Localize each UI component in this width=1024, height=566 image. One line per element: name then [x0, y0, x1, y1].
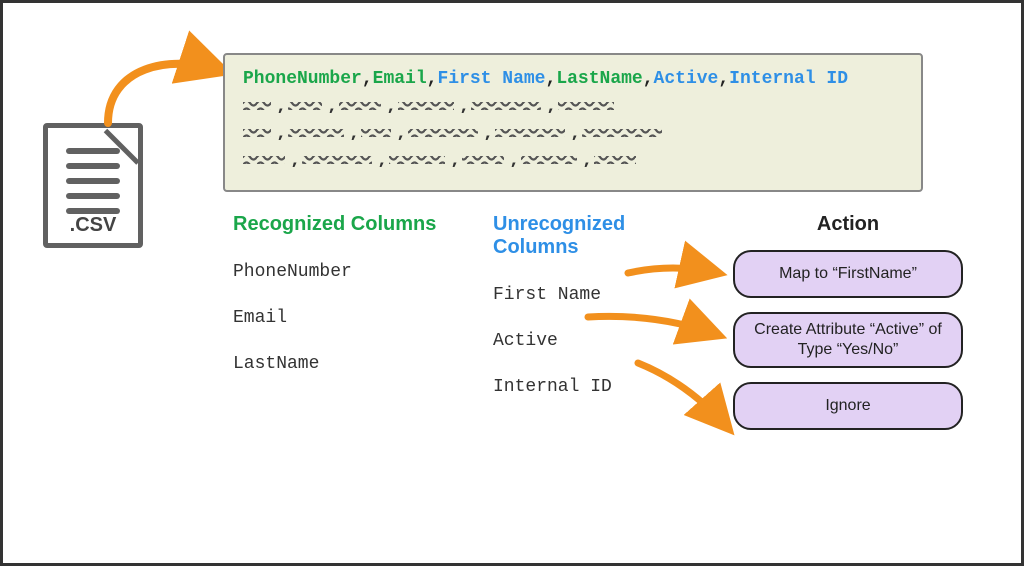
csv-col: First Name — [437, 69, 545, 89]
csv-preview-box: PhoneNumber,Email,First Name,LastName,Ac… — [223, 53, 923, 192]
csv-col: Email — [373, 69, 427, 89]
svg-text:,: , — [327, 99, 338, 113]
action-label: Create Attribute “Active” of Type “Yes/N… — [745, 320, 951, 360]
csv-data-row: ,,,,, — [243, 153, 903, 172]
csv-col: Active — [654, 69, 719, 89]
svg-text:,: , — [276, 99, 287, 113]
svg-text:,: , — [570, 126, 581, 140]
svg-text:,: , — [386, 99, 397, 113]
svg-text:,: , — [582, 153, 593, 167]
csv-header-row: PhoneNumber,Email,First Name,LastName,Ac… — [243, 69, 903, 89]
svg-text:,: , — [396, 126, 407, 140]
action-ignore[interactable]: Ignore — [733, 382, 963, 430]
action-title: Action — [723, 213, 973, 236]
csv-col: Internal ID — [729, 69, 848, 89]
recognized-column-item: PhoneNumber — [233, 262, 453, 282]
csv-col: LastName — [556, 69, 642, 89]
unrecognized-columns-title: Unrecognized Columns — [493, 213, 693, 259]
recognized-column-item: LastName — [233, 354, 453, 374]
svg-text:,: , — [450, 153, 461, 167]
svg-text:,: , — [349, 126, 360, 140]
svg-text:,: , — [290, 153, 301, 167]
arrow-file-to-header — [98, 43, 238, 143]
arrow-firstname-to-action — [623, 255, 733, 295]
csv-col: PhoneNumber — [243, 69, 362, 89]
arrow-internalid-to-action — [633, 353, 753, 443]
recognized-column-item: Email — [233, 308, 453, 328]
action-label: Ignore — [825, 396, 870, 416]
csv-data-row: ,,,,, — [243, 99, 903, 118]
svg-text:,: , — [509, 153, 520, 167]
svg-text:,: , — [459, 99, 470, 113]
action-label: Map to “FirstName” — [779, 264, 917, 284]
svg-text:,: , — [276, 126, 287, 140]
svg-text:,: , — [377, 153, 388, 167]
action-create-attribute-active[interactable]: Create Attribute “Active” of Type “Yes/N… — [733, 312, 963, 368]
csv-data-row: ,,,,, — [243, 126, 903, 145]
action-map-to-firstname[interactable]: Map to “FirstName” — [733, 250, 963, 298]
arrow-active-to-action — [583, 303, 733, 353]
svg-text:,: , — [483, 126, 494, 140]
csv-extension-label: .CSV — [48, 214, 138, 237]
recognized-columns-title: Recognized Columns — [233, 213, 453, 236]
svg-text:,: , — [546, 99, 557, 113]
